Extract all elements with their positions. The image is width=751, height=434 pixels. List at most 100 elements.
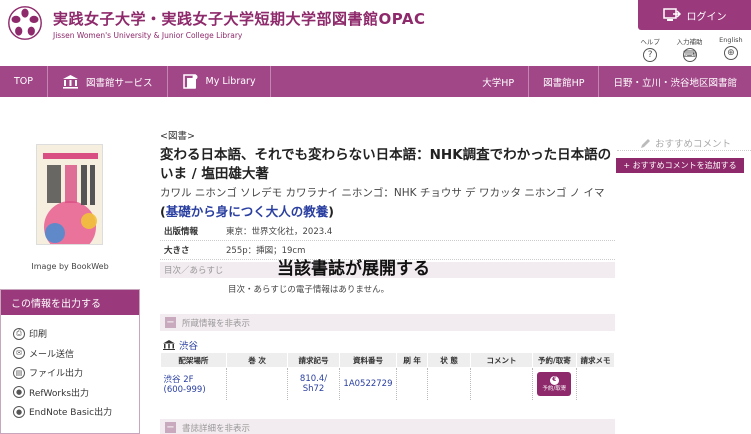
item-number-cell: 1A0522729 [339,367,398,400]
column-header: 状 態 [427,352,472,368]
endnote-icon: ● [13,405,25,418]
add-recommend-button[interactable]: + おすすめコメントを追加する [616,158,744,173]
info-key: 出版情報 [164,227,199,237]
site-subtitle: Jissen Women's University & Junior Colle… [53,31,243,40]
toc-body: 目次・あらすじの電子情報はありません。 [228,285,390,295]
book-cover-image[interactable] [36,144,103,245]
column-header: 巻 次 [225,352,289,368]
record-title: 変わる日本語、それでも変わらない日本語：NHK調査でわかった日本語のいま / 塩… [160,147,612,182]
table-row: 渋谷 2F (600-999) 810.4/Sh72 1A0522729 € 予約/… [160,367,615,400]
utility-links: ヘルプ? 入力補助 ⌨ English ⊕ [632,36,751,66]
export-panel-title: この情報を出力する [1,290,139,315]
export-print[interactable]: ⎙ 印刷 [13,324,139,344]
input-assist-icon: ⌨ [682,48,697,62]
status-cell [427,367,472,400]
recommend-divider [617,150,751,151]
pencil-icon [641,138,650,148]
series-line: (基礎から身につく大人の教養) [160,201,334,220]
holding-library: 渋谷 [163,338,198,352]
export-panel: この情報を出力する ⎙ 印刷 ✉ メール送信 ▤ ファイル出力 ● RefWorks出力… [0,289,140,434]
column-header: 予約/取寄 [531,352,577,368]
collapse-icon: − [165,316,176,328]
recommend-heading: おすすめコメント [640,136,731,150]
nav-my-library-label: My Library [205,76,256,87]
site-header: 実践女子大学・実践女子大学短期大学部図書館OPAC Jissen Women's… [0,0,751,66]
call-number-author: Sh72 [302,383,325,394]
nav-univ-hp-label: 大学HP [482,77,515,89]
nav-area-libraries[interactable]: 日野・立川・渋谷地区図書館 [599,66,751,97]
reserve-cell: € 予約/取寄 [532,367,577,400]
holding-library-label: 渋谷 [179,341,199,352]
file-icon: ▤ [13,366,25,379]
nav-library-services[interactable]: 図書館サービス [48,66,168,97]
export-endnote[interactable]: ● EndNote Basic出力 [13,402,139,422]
library-building-icon [163,340,175,350]
series-link[interactable]: 基礎から身につく大人の教養 [166,204,329,219]
cover-art [37,145,102,244]
overlay-annotation: 当該書誌が展開する [277,259,430,279]
export-refworks-label: RefWorks出力 [29,388,90,399]
export-print-label: 印刷 [29,330,48,341]
column-header: コメント [470,352,533,368]
nav-area-library-label: 日野・立川・渋谷地区図書館 [613,77,737,89]
column-header: 請求記号 [287,352,340,368]
location-line: 渋谷 2F [163,374,194,385]
input-assist-label: 入力補助 [676,38,703,46]
details-toggle[interactable]: − 書誌詳細を非表示 [160,419,615,434]
my-library-icon [182,74,198,89]
nav-my-library[interactable]: My Library [168,66,271,97]
call-number-class: 810.4/ [299,373,328,384]
nav-top[interactable]: TOP [0,66,49,97]
main-nav: TOP 図書館サービス My Library 大学HP 図書館HP 日野・立川・… [0,66,751,97]
print-icon: ⎙ [13,327,25,340]
library-building-icon [63,75,79,89]
login-label: ログイン [686,11,727,23]
nav-services-label: 図書館サービス [86,77,153,89]
record-title-kana: カワル ニホンゴ ソレデモ カワラナイ ニホンゴ：NHK チョウサ デ ワカッタ… [160,187,605,199]
export-file[interactable]: ▤ ファイル出力 [13,363,139,383]
export-refworks[interactable]: ● RefWorks出力 [13,383,139,403]
help-link[interactable]: ヘルプ? [640,36,660,66]
comment-cell [470,367,533,400]
english-link[interactable]: English ⊕ [719,36,743,66]
column-header: 請求メモ [575,352,616,368]
holdings-header-row: 配架場所 巻 次 請求記号 資料番号 刷 年 状 態 コメント 予約/取寄 請求… [160,352,616,368]
location-range: (600-999) [163,384,206,395]
english-label: English [719,36,743,44]
nav-library-hp[interactable]: 図書館HP [529,66,600,97]
location-cell[interactable]: 渋谷 2F (600-999) [160,367,227,400]
memo-cell [576,368,614,400]
export-endnote-label: EndNote Basic出力 [29,408,113,419]
login-icon [662,8,681,21]
call-number-cell: 810.4/Sh72 [287,367,340,400]
holdings-table: 配架場所 巻 次 請求記号 資料番号 刷 年 状 態 コメント 予約/取寄 請求… [160,352,616,400]
nav-library-hp-label: 図書館HP [543,77,585,89]
site-title[interactable]: 実践女子大学・実践女子大学短期大学部図書館OPAC [53,8,426,29]
series-close: ) [328,204,334,219]
cover-caption: Image by BookWeb [31,262,109,271]
column-header: 資料番号 [338,352,398,368]
material-type: <図書> [160,131,195,142]
help-icon: ? [643,48,658,62]
info-value: 東京：世界文化社，2023.4 [226,227,333,237]
holdings-toggle-label: 所蔵情報を非表示 [182,318,251,329]
reserve-button[interactable]: € 予約/取寄 [537,371,572,396]
info-key: 大きさ [164,246,190,256]
column-header: 刷 年 [396,352,429,368]
export-file-label: ファイル出力 [29,369,84,380]
help-label: ヘルプ [640,38,660,46]
reserve-label: 予約/取寄 [542,385,567,392]
column-header: 配架場所 [160,352,227,368]
export-mail-label: メール送信 [29,349,75,360]
holdings-toggle[interactable]: − 所蔵情報を非表示 [160,314,615,331]
globe-icon: ⊕ [723,46,738,60]
volume-cell [226,367,289,400]
login-button[interactable]: ログイン [638,0,751,30]
refworks-icon: ● [13,386,25,399]
info-row: 出版情報 東京：世界文化社，2023.4 [160,222,615,241]
university-emblem-icon[interactable] [7,5,43,41]
nav-university-hp[interactable]: 大学HP [468,66,530,97]
export-mail[interactable]: ✉ メール送信 [13,344,139,364]
recommend-title: おすすめコメント [655,139,732,150]
input-assist-link[interactable]: 入力補助 ⌨ [677,36,703,66]
